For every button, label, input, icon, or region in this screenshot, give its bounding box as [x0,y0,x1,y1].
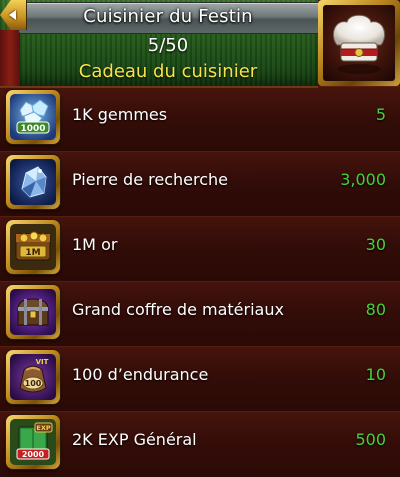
cook-portrait[interactable] [318,0,400,86]
list-item[interactable]: VIT 100 100 d’endurance 10 [0,346,400,412]
item-name: 1K gemmes [72,105,168,124]
research-stone-icon [6,155,60,209]
panel-header: Cuisinier du Festin 5/50 Cadeau du cuisi… [0,0,400,88]
item-name: Pierre de recherche [72,170,228,189]
item-count: 5 [375,105,386,124]
vit-icon-label: 100 [25,379,42,388]
item-name: 100 d’endurance [72,365,209,384]
cook-event-panel: Cuisinier du Festin 5/50 Cadeau du cuisi… [0,0,400,477]
page-subtitle: Cadeau du cuisinier [78,61,258,82]
list-item[interactable]: 1M 1M or 30 [0,216,400,282]
item-count: 3,000 [340,170,386,189]
item-count: 500 [355,430,386,449]
header-side-trim [0,30,20,86]
exp-icon-label: 2000 [22,450,45,459]
list-item[interactable]: Pierre de recherche 3,000 [0,151,400,217]
list-item[interactable]: Grand coffre de matériaux 80 [0,281,400,347]
material-chest-icon [6,285,60,339]
item-count: 30 [365,235,386,254]
item-name: 2K EXP Général [72,430,197,449]
item-count: 80 [365,300,386,319]
chef-hat-icon [332,14,386,74]
item-count: 10 [365,365,386,384]
list-item[interactable]: EXP 2000 2K EXP Général 500 [0,411,400,477]
gold-1m-icon: 1M [6,220,60,274]
page-title: Cuisinier du Festin [83,6,253,27]
item-name: 1M or [72,235,118,254]
gems-1000-icon: 1000 [6,90,60,144]
gems-icon-label: 1000 [20,124,45,134]
gold-icon-label: 1M [25,248,40,258]
list-item[interactable]: 1000 1K gemmes 5 [0,86,400,152]
general-exp-book-icon: EXP 2000 [6,415,60,469]
endurance-bag-icon: VIT 100 [6,350,60,404]
vit-icon-tag: VIT [36,358,49,366]
progress-counter: 5/50 [147,35,189,56]
reward-list: 1000 1K gemmes 5 Pierre de recherche 3,0… [0,86,400,477]
exp-icon-tag: EXP [36,424,50,432]
item-name: Grand coffre de matériaux [72,300,284,319]
